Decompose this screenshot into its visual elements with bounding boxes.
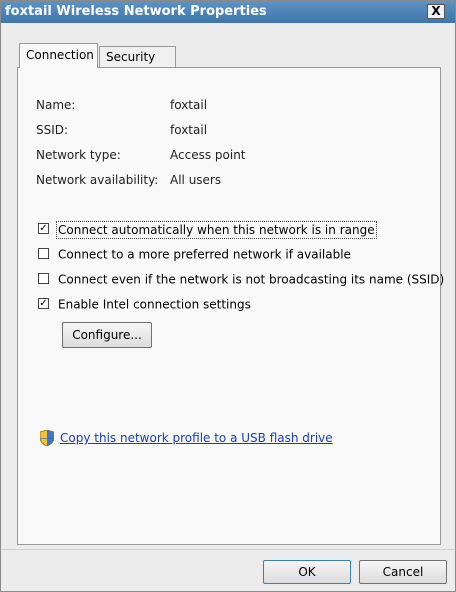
option-preferred-network[interactable]: Connect to a more preferred network if a… bbox=[38, 247, 351, 262]
option-label: Connect to a more preferred network if a… bbox=[58, 247, 351, 262]
name-value: foxtail bbox=[170, 98, 208, 112]
option-label: Connect even if the network is not broad… bbox=[58, 272, 445, 287]
option-label: Connect automatically when this network … bbox=[56, 220, 377, 239]
shield-icon bbox=[39, 429, 55, 447]
title-bar: foxtail Wireless Network Properties X bbox=[1, 1, 455, 23]
cancel-button[interactable]: Cancel bbox=[359, 560, 447, 584]
checkbox-connect-automatically[interactable]: ✓ bbox=[38, 223, 49, 234]
network-type-label: Network type: bbox=[36, 148, 121, 162]
option-connect-not-broadcasting[interactable]: Connect even if the network is not broad… bbox=[38, 272, 444, 287]
tab-connection[interactable]: Connection bbox=[19, 43, 98, 68]
close-button[interactable]: X bbox=[427, 4, 445, 19]
option-intel-settings[interactable]: ✓ Enable Intel connection settings bbox=[38, 297, 251, 312]
tab-security[interactable]: Security bbox=[99, 46, 176, 67]
checkbox-connect-not-broadcasting[interactable] bbox=[38, 273, 49, 284]
ssid-label: SSID: bbox=[36, 123, 69, 137]
checkbox-preferred-network[interactable] bbox=[38, 248, 49, 259]
copy-profile-link[interactable]: Copy this network profile to a USB flash… bbox=[39, 429, 333, 447]
footer-divider bbox=[1, 549, 455, 550]
window-title: foxtail Wireless Network Properties bbox=[5, 4, 267, 19]
checkbox-intel-settings[interactable]: ✓ bbox=[38, 298, 49, 309]
name-label: Name: bbox=[36, 98, 76, 112]
ssid-value: foxtail bbox=[170, 123, 208, 137]
configure-button[interactable]: Configure... bbox=[62, 322, 152, 348]
copy-profile-link-text[interactable]: Copy this network profile to a USB flash… bbox=[60, 431, 333, 445]
network-availability-label: Network availability: bbox=[36, 173, 159, 187]
properties-dialog: foxtail Wireless Network Properties X Co… bbox=[0, 0, 456, 592]
option-connect-automatically[interactable]: ✓ Connect automatically when this network… bbox=[38, 220, 377, 239]
connection-panel: Name: foxtail SSID: foxtail Network type… bbox=[17, 67, 444, 545]
ok-button[interactable]: OK bbox=[263, 560, 351, 584]
option-label: Enable Intel connection settings bbox=[58, 297, 251, 312]
network-availability-value: All users bbox=[170, 173, 222, 187]
network-type-value: Access point bbox=[170, 148, 246, 162]
